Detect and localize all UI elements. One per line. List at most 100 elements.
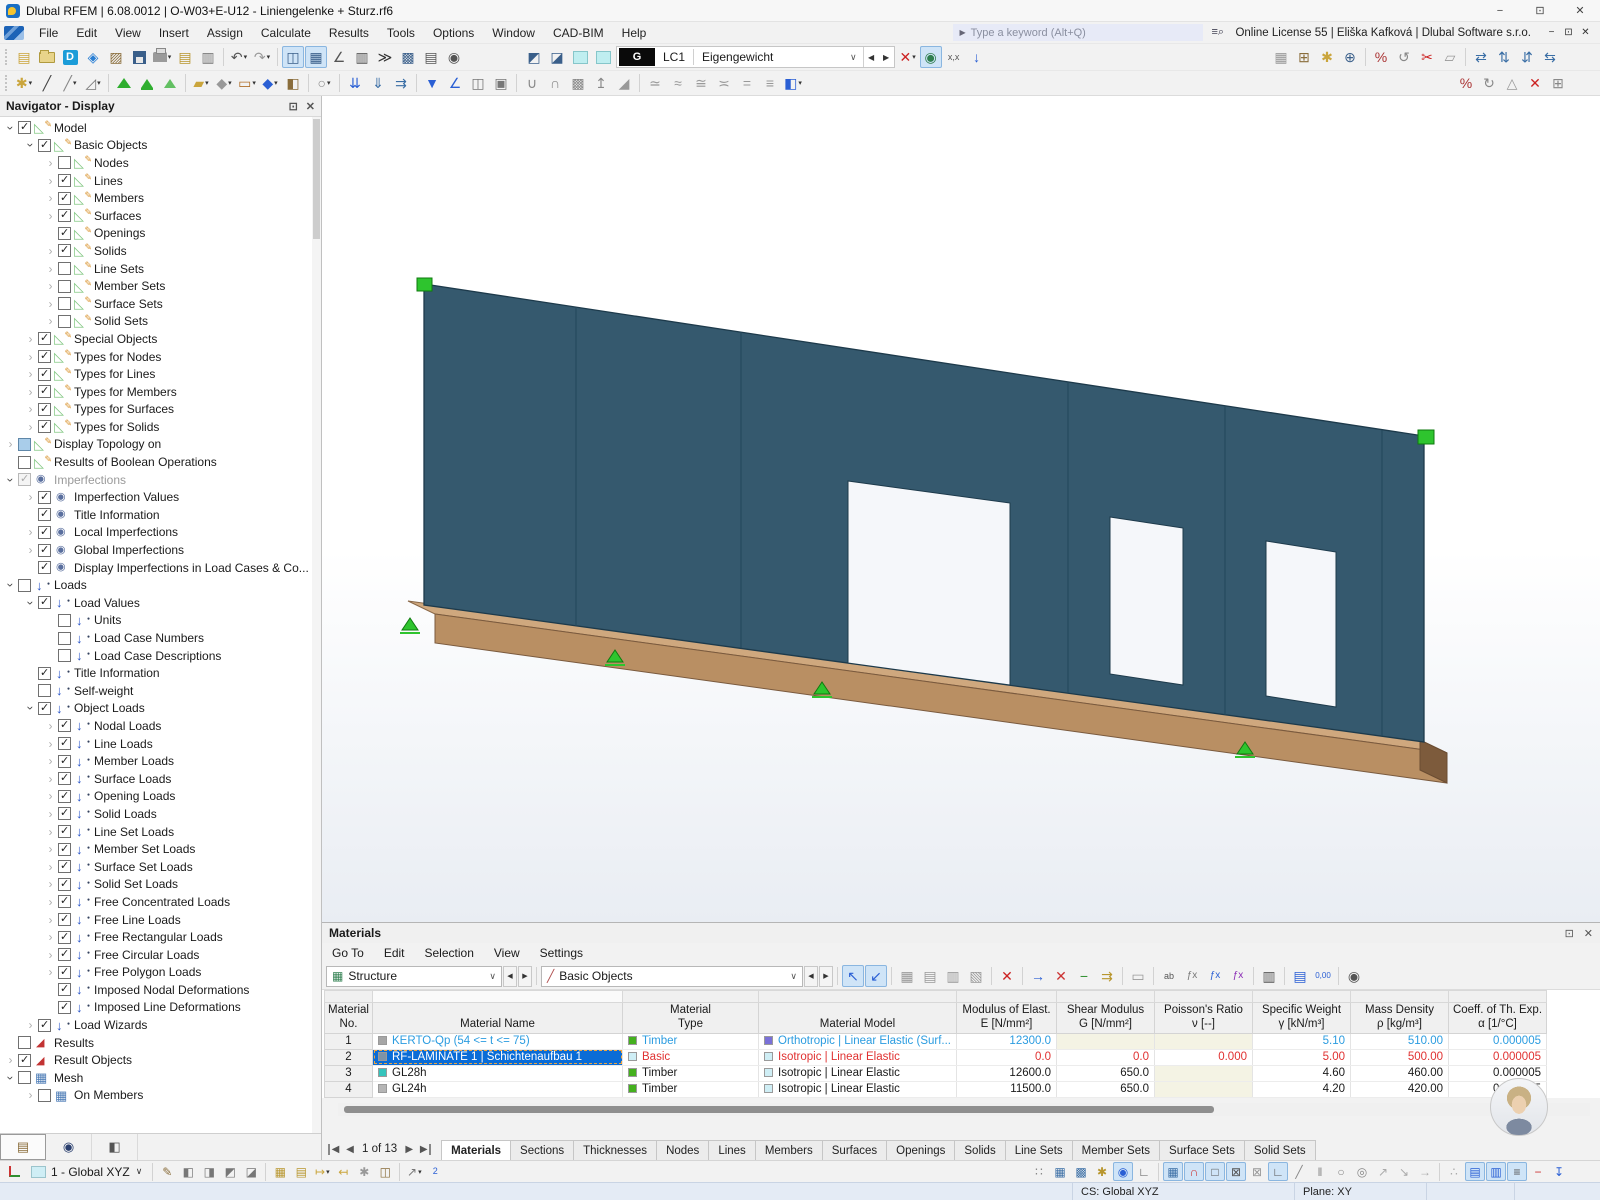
table-cell[interactable]: Timber [622,1065,759,1082]
table-tab-solid-sets[interactable]: Solid Sets [1243,1140,1316,1160]
tree-item-nodes[interactable]: › Nodes [0,152,321,172]
menu-tools[interactable]: Tools [378,24,424,42]
expand-arrow-icon[interactable]: › [4,437,17,451]
insert-surface-load-button[interactable]: ⇉ [390,72,412,94]
new-view-window-button[interactable]: ◫ [375,1162,395,1181]
insert-line-load-button[interactable]: ⇊ [344,72,366,94]
visibility-checkbox[interactable] [18,1053,31,1067]
visibility-checkbox[interactable] [18,120,31,135]
visibility-checkbox[interactable] [38,331,51,346]
column-header-type[interactable]: Material Type [622,1002,759,1034]
visibility-checkbox[interactable] [58,314,71,328]
sc-panel-toggle-button[interactable]: ▩ [397,46,419,68]
view-direction-button[interactable]: ∠ [444,72,466,94]
insert-line-button[interactable]: ╱ [36,72,58,94]
tree-item-loads[interactable]: › Loads [0,576,321,594]
clipping-box-button[interactable]: ◫ [467,72,489,94]
menu-cad-bim[interactable]: CAD-BIM [544,24,613,42]
tree-item-solid-set-loads[interactable]: › Solid Set Loads [0,876,321,894]
table-cell[interactable]: Timber [622,1081,759,1098]
ortho-corner-button[interactable]: ∟ [1134,1162,1154,1181]
shift-cs-button[interactable]: ◧ [178,1162,198,1181]
color-scale-button[interactable]: ◧ ▾ [782,72,804,94]
tree-item-surface-set-loads[interactable]: › Surface Set Loads [0,858,321,876]
layers-button[interactable]: ≡ [1507,1162,1527,1181]
visibility-checkbox[interactable] [58,789,71,803]
visibility-checkbox[interactable] [18,1036,31,1050]
row-number-cell[interactable]: 2 [324,1048,373,1066]
visibility-checkbox[interactable] [18,455,31,469]
table-tab-sections[interactable]: Sections [510,1140,575,1160]
selection-frame-button[interactable]: ⊞ [1547,72,1569,94]
align-cs-button[interactable]: ◩ [220,1162,240,1181]
expand-arrow-icon[interactable]: › [44,297,57,311]
column-header-g-n-mm-[interactable]: Shear Modulus G [N/mm²] [1056,1002,1155,1034]
visibility-checkbox[interactable] [58,859,71,874]
tree-item-local-imperfections[interactable]: › Local Imperfections [0,524,321,542]
table-row[interactable]: 3 GL28h Timber Isotropic | Linear Elastic 12… [324,1064,1547,1082]
expand-arrow-icon[interactable]: › [44,948,57,962]
renumber-objects-button[interactable]: ⊞ [1293,46,1315,68]
expand-arrow-icon[interactable]: › [44,191,57,205]
model-settings-button[interactable]: ▨ [105,46,127,68]
guide-objects-button[interactable]: ▦ [1270,46,1292,68]
edit-coordinate-system-button[interactable]: ✎ [157,1162,177,1181]
table-tab-openings[interactable]: Openings [886,1140,956,1160]
expand-arrow-icon[interactable]: › [4,1053,17,1067]
report-panel-toggle-button[interactable]: ▤ [420,46,442,68]
insert-nodal-support-button[interactable] [113,72,135,94]
command-line-toggle-button[interactable]: ≫ [374,46,396,68]
tree-item-free-circular-loads[interactable]: › Free Circular Loads [0,946,321,964]
table-tab-line-sets[interactable]: Line Sets [1004,1140,1073,1160]
model-check-button[interactable]: ⊕ [1339,46,1361,68]
menu-options[interactable]: Options [424,24,483,42]
collapse-arrow-icon[interactable]: › [4,121,18,134]
visibility-checkbox[interactable] [58,262,71,276]
visibility-checkbox[interactable] [58,824,71,839]
pin-panel-button[interactable]: ↧ [1549,1162,1569,1181]
tree-item-lines[interactable]: › Lines [0,170,321,190]
value-cell[interactable]: 4.60 [1252,1065,1351,1082]
empty-cell-button[interactable]: ▭ [1127,965,1149,987]
grid-snap-button[interactable]: ▩ [1071,1162,1091,1181]
tree-item-result-objects[interactable]: › Result Objects [0,1051,321,1069]
table-group-select[interactable]: ▦ Structure ∨ [326,965,502,987]
table-cell[interactable]: Isotropic | Linear Elastic [758,1065,957,1082]
formula-3-button[interactable]: ƒx [1227,965,1249,987]
table-cell[interactable]: KERTO-Qp (54 <= t <= 75) [372,1033,623,1050]
visibility-checkbox[interactable] [38,560,51,575]
new-printout-report-button[interactable]: ▤ [174,46,196,68]
comment-pointer-button[interactable]: ✱ [354,1162,374,1181]
table-cell[interactable]: Basic [622,1049,759,1066]
table-sum-button[interactable]: ▤ [1289,965,1311,987]
abbreviations-button[interactable]: ab [1158,965,1180,987]
expand-arrow-icon[interactable]: › [44,913,57,927]
column-header--kn-m-[interactable]: Specific Weight γ [kN/m³] [1252,1002,1351,1034]
tree-item-line-loads[interactable]: › Line Loads [0,735,321,753]
visibility-checkbox[interactable] [58,649,71,663]
value-cell[interactable]: 12600.0 [956,1065,1057,1082]
release-config-6-button[interactable]: ≡ [759,72,781,94]
table-row[interactable]: 4 GL24h Timber Isotropic | Linear Elastic 11… [324,1080,1547,1098]
value-cell[interactable]: 510.00 [1350,1033,1449,1050]
category-prev-button[interactable]: ◀ [804,965,818,987]
tree-item-opening-loads[interactable]: › Opening Loads [0,788,321,806]
table-view-toggle-button[interactable]: ▥ [351,46,373,68]
doc-close-button[interactable]: ✕ [1577,25,1594,41]
tree-item-openings[interactable]: Openings [0,223,321,243]
corner-marker-left[interactable] [416,277,433,292]
menu-calculate[interactable]: Calculate [252,24,320,42]
doc-minimize-button[interactable]: − [1543,25,1560,41]
tables-panel-toggle-button[interactable]: ▦ [305,46,327,68]
refresh-view-button[interactable]: ↻ [1478,72,1500,94]
table-cell[interactable]: Timber [622,1033,759,1050]
show-load-values-button[interactable]: x,x [943,46,965,68]
tree-item-free-concentrated-loads[interactable]: › Free Concentrated Loads [0,893,321,911]
tree-item-special-objects[interactable]: › Special Objects [0,328,321,348]
materials-menu-selection[interactable]: Selection [415,946,484,960]
visibility-checkbox[interactable] [58,912,71,927]
rotate-cs-button[interactable]: ◨ [199,1162,219,1181]
menu-results[interactable]: Results [320,24,378,42]
last-table-button[interactable]: ▶ [419,1143,432,1155]
print-button[interactable]: ▾ [151,46,173,68]
